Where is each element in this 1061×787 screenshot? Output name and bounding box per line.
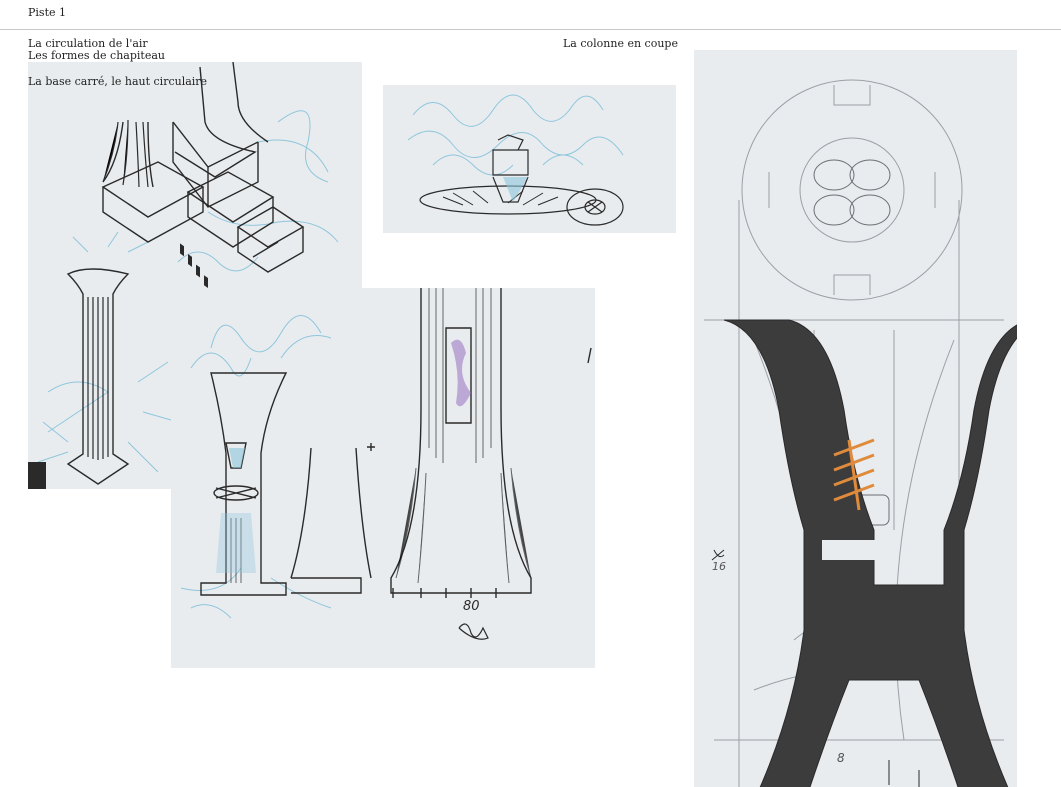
sketch-column-capitals: 80 — [171, 288, 595, 668]
header-rule — [0, 29, 1061, 30]
dimension-side: 16 — [712, 560, 726, 573]
dimension-width: 8 — [837, 751, 845, 765]
caption-square-base: La base carré, le haut circulaire — [28, 75, 208, 88]
page-title: Piste 1 — [28, 6, 66, 19]
sketch-column-section: 16 8 — [694, 50, 1017, 787]
caption-capital-shapes: Les formes de chapiteau — [28, 49, 165, 62]
sketch-plan-air — [383, 85, 676, 233]
dimension-height: 80 — [463, 599, 480, 614]
caption-section-column: La colonne en coupe — [563, 37, 678, 50]
